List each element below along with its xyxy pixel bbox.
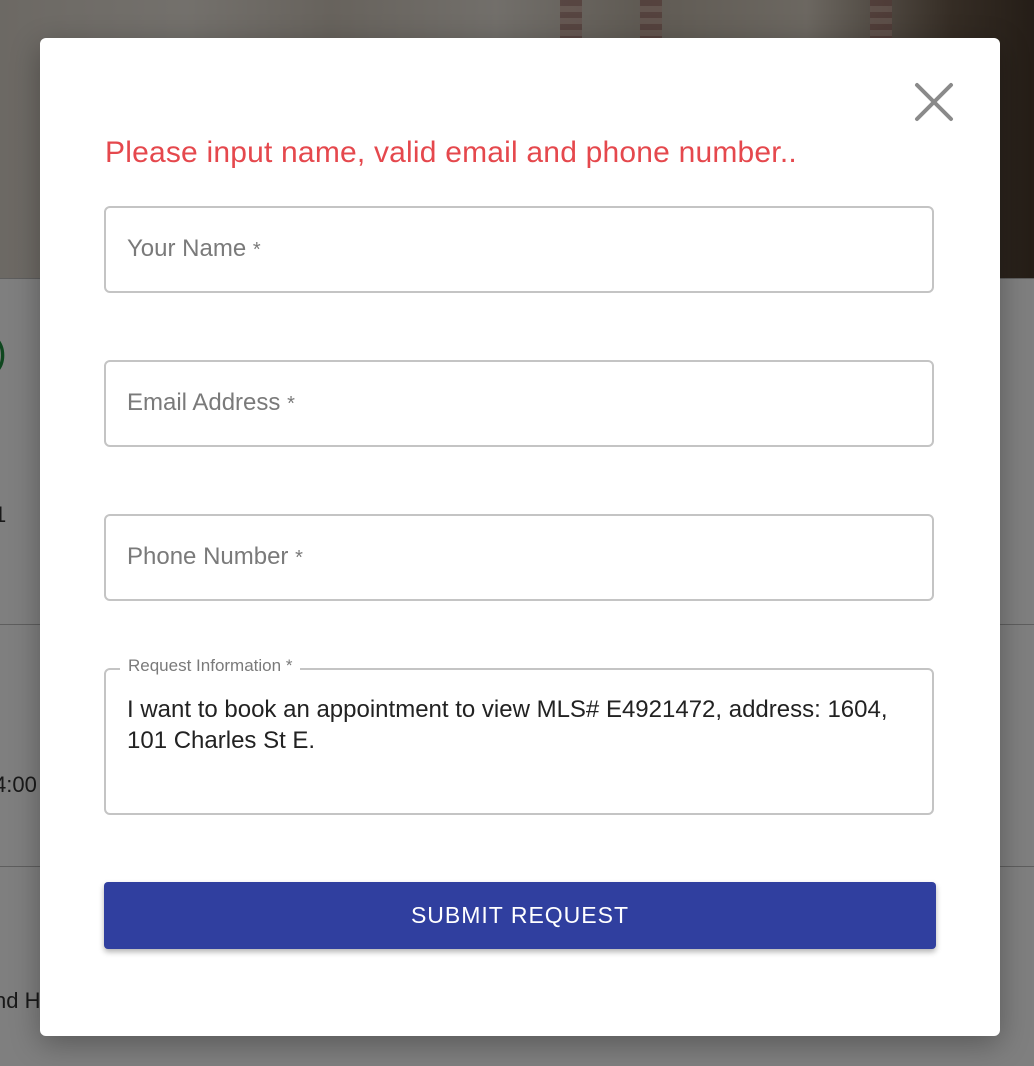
request-info-value[interactable]: I want to book an appointment to view ML… [127,694,907,756]
close-button[interactable] [912,80,956,124]
name-field[interactable]: Your Name * [104,206,934,293]
request-info-label: Request Information * [120,656,301,676]
request-info-textarea[interactable]: Request Information * I want to book an … [104,656,934,815]
email-input[interactable] [106,362,932,445]
error-message: Please input name, valid email and phone… [105,136,797,169]
phone-field[interactable]: Phone Number * [104,514,934,601]
request-info-modal: Please input name, valid email and phone… [40,38,1000,1036]
phone-input[interactable] [106,516,932,599]
name-input[interactable] [106,208,932,291]
close-icon [915,83,953,121]
email-field[interactable]: Email Address * [104,360,934,447]
submit-request-button[interactable]: SUBMIT REQUEST [104,882,936,949]
